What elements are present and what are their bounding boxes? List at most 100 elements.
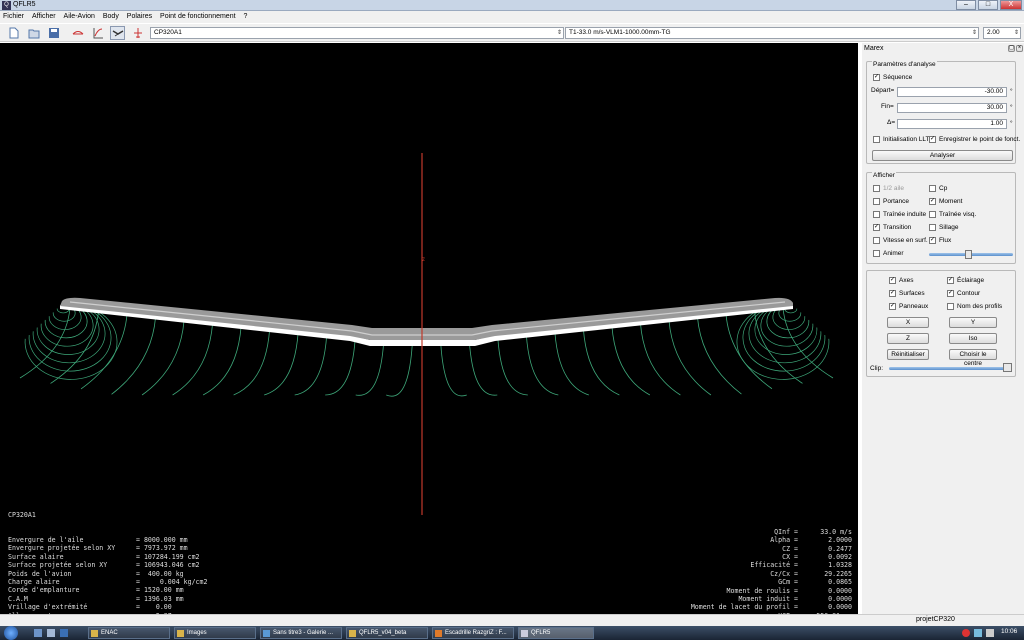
sequence-checkbox[interactable]: ✓ Séquence (873, 74, 912, 81)
end-field[interactable]: 30.00 (897, 103, 1007, 113)
panels-label: Panneaux (899, 303, 929, 310)
menu-point-de-fonctionnement[interactable]: Point de fonctionnement (157, 11, 239, 23)
check-icon: ✓ (889, 303, 896, 310)
plane-info-row-label: Corde d'emplanture (8, 586, 80, 595)
plane-info-row: Surface alaire = 107284.199 cm2 (8, 553, 207, 561)
plane-select[interactable]: CP320A1 ⇕ (150, 27, 564, 39)
foil-names-checkbox[interactable]: Nom des profils (947, 303, 1002, 310)
minimize-button[interactable]: – (956, 0, 976, 10)
transition-label: Transition (883, 224, 912, 231)
quicklaunch-desktop-icon[interactable] (60, 629, 68, 637)
taskbar-item-label: Escadrille RazgriZ : F... (445, 630, 507, 636)
reset-view-button[interactable]: Réinitialiser (887, 349, 929, 360)
analyze-button[interactable]: Analyser (872, 150, 1013, 161)
app-icon (521, 630, 528, 637)
taskbar-item-qflr5-folder[interactable]: QFLR5_v04_beta (346, 627, 428, 639)
check-icon: ✓ (929, 237, 936, 244)
cp-checkbox[interactable]: Cp (929, 185, 947, 192)
tray-alert-icon[interactable] (962, 629, 970, 637)
end-label: Fin= (881, 103, 894, 110)
transition-checkbox[interactable]: ✓ Transition (873, 224, 911, 231)
wake-checkbox[interactable]: Sillage (929, 224, 959, 231)
pick-center-button[interactable]: Choisir le centre (949, 349, 997, 367)
check-icon: ✓ (929, 198, 936, 205)
close-panel-button[interactable]: × (1016, 45, 1023, 52)
vortex-ring (24, 303, 118, 380)
animate-checkbox[interactable]: Animer (873, 250, 904, 257)
menu-body[interactable]: Body (100, 11, 122, 23)
polar-view-button[interactable] (90, 26, 105, 40)
op-point-info-row-label: CX = (782, 553, 798, 562)
plane-info-row-label: Envergure projetée selon XY (8, 544, 116, 553)
tray-network-icon[interactable] (974, 629, 982, 637)
animation-speed-handle[interactable] (965, 250, 972, 259)
quicklaunch-explorer-icon[interactable] (34, 629, 42, 637)
clip-slider[interactable] (889, 367, 1011, 370)
lift-checkbox[interactable]: Portance (873, 198, 909, 205)
view-z-button[interactable]: Z (887, 333, 929, 344)
plane-info-row: Charge alaire = 0.004 kg/cm2 (8, 578, 207, 586)
op-point-info-row-value: 0.0000 (828, 586, 852, 595)
taskbar-clock[interactable]: 10:06 (1001, 628, 1017, 635)
foil-view-button[interactable] (70, 26, 85, 40)
op-point-info-row: Moment de roulis = 0.0000 (640, 587, 852, 595)
taskbar-item-browser[interactable]: Escadrille RazgriZ : F... (432, 627, 514, 639)
menu-aile-avion[interactable]: Aile-Avion (61, 11, 98, 23)
op-point-select[interactable]: 2.00 ⇕ (983, 27, 1021, 39)
3d-view-button[interactable] (110, 26, 125, 40)
3d-viewport[interactable]: z CP320A1 Envergure de l'aile = 8000.000 … (0, 43, 858, 614)
moment-checkbox[interactable]: ✓ Moment (929, 198, 962, 205)
view-x-button[interactable]: X (887, 317, 929, 328)
float-panel-button[interactable]: ◻ (1008, 45, 1015, 52)
outline-checkbox[interactable]: ✓ Contour (947, 290, 980, 297)
op-point-info-row: Alpha = 2.0000 (640, 536, 852, 544)
taskbar-item-qflr5[interactable]: QFLR5 (518, 627, 594, 639)
op-point-info-row: QInf = 33.0 m/s (640, 528, 852, 536)
maximize-button[interactable]: □ (978, 0, 998, 10)
op-point-info-row-label: Alpha = (770, 536, 798, 545)
taskbar-item-label: Sans titre3 - Galerie ... (273, 630, 334, 636)
menu-afficher[interactable]: Afficher (29, 11, 59, 23)
half-wing-checkbox[interactable]: 1/2 aile (873, 185, 904, 192)
polar-select[interactable]: T1-33.0 m/s-VLM1-1000.00mm-TG ⇕ (565, 27, 979, 39)
store-opp-checkbox[interactable]: ✓ Enregistrer le point de fonct. (929, 136, 1020, 143)
surface-speed-checkbox[interactable]: Vitesse en surf. (873, 237, 928, 244)
taskbar-item-images[interactable]: Images (174, 627, 256, 639)
menu-polaires[interactable]: Polaires (124, 11, 155, 23)
op-point-info-row: CZ = 0.2477 (640, 545, 852, 553)
close-button[interactable]: X (1000, 0, 1022, 10)
streamline (525, 334, 559, 396)
open-project-button[interactable] (26, 26, 41, 40)
op-point-info-row-value: 0.0092 (828, 553, 852, 562)
axes-checkbox[interactable]: ✓ Axes (889, 277, 913, 284)
sequence-label: Séquence (883, 74, 913, 81)
panels-checkbox[interactable]: ✓ Panneaux (889, 303, 928, 310)
new-project-button[interactable] (6, 26, 21, 40)
op-point-info-rows: QInf = 33.0 m/s Alpha = 2.0000 CZ = 0.2477 CX … (640, 528, 852, 614)
viscous-drag-checkbox[interactable]: Traînée visq. (929, 211, 976, 218)
surfaces-label: Surfaces (899, 290, 925, 297)
save-project-button[interactable] (46, 26, 61, 40)
window-title: QFLR5 (13, 1, 36, 8)
view-y-button[interactable]: Y (949, 317, 997, 328)
step-field[interactable]: 1.00 (897, 119, 1007, 129)
folder-icon (177, 630, 184, 637)
view-iso-button[interactable]: Iso (949, 333, 997, 344)
induced-drag-checkbox[interactable]: Traînée induite (873, 211, 926, 218)
clip-slider-handle[interactable] (1003, 363, 1012, 372)
start-button[interactable] (4, 626, 18, 640)
taskbar-item-enac[interactable]: ENAC (88, 627, 170, 639)
start-field[interactable]: -30.00 (897, 87, 1007, 97)
taskbar-item-gallery[interactable]: Sans titre3 - Galerie ... (260, 627, 342, 639)
flow-checkbox[interactable]: ✓ Flux (929, 237, 951, 244)
lighting-checkbox[interactable]: ✓ Éclairage (947, 277, 984, 284)
plane-view-button[interactable] (130, 26, 145, 40)
quicklaunch-recycle-icon[interactable] (47, 629, 55, 637)
tray-volume-icon[interactable] (986, 629, 994, 637)
menu-fichier[interactable]: Fichier (0, 11, 27, 23)
check-icon: ✓ (873, 74, 880, 81)
surfaces-checkbox[interactable]: ✓ Surfaces (889, 290, 925, 297)
menu-help[interactable]: ? (241, 11, 251, 23)
plane-info-row-value: = 106943.046 cm2 (136, 561, 200, 570)
init-llt-checkbox[interactable]: Initialisation LLT (873, 136, 930, 143)
